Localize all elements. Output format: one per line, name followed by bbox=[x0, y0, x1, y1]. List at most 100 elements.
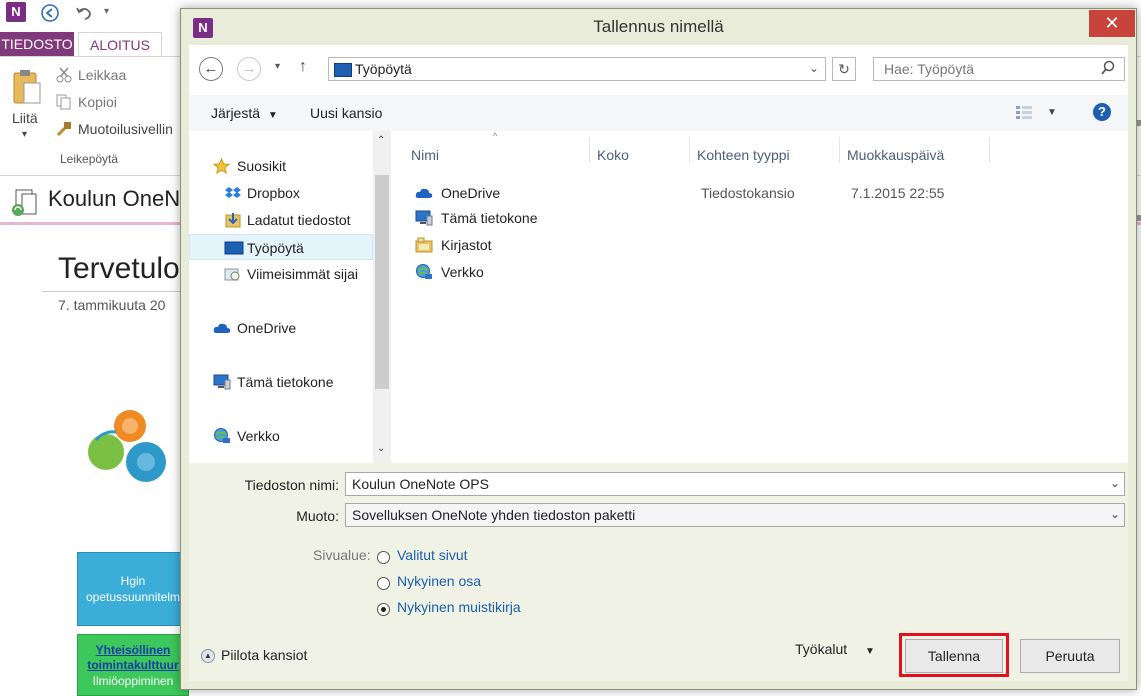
nav-item-favorites[interactable]: Suosikit bbox=[189, 153, 373, 179]
desktop-icon bbox=[334, 63, 352, 77]
organize-label: Järjestä bbox=[211, 105, 261, 121]
radio-label-selected-pages[interactable]: Valitut sivut bbox=[397, 547, 468, 563]
arrow-left-icon: ← bbox=[203, 60, 219, 77]
chevron-down-icon: ▼ bbox=[267, 110, 278, 121]
page-range-label: Sivualue: bbox=[313, 547, 371, 563]
notebook-name[interactable]: Koulun OneN bbox=[48, 186, 180, 212]
star-icon bbox=[212, 157, 231, 175]
format-painter-button[interactable]: Muotoilusivellin bbox=[78, 121, 173, 137]
column-header-modified[interactable]: Muokkauspäivä bbox=[847, 147, 944, 163]
nav-item-label: Suosikit bbox=[237, 158, 287, 174]
nav-item-label: Verkko bbox=[237, 428, 280, 444]
scissors-icon bbox=[56, 67, 72, 83]
network-icon bbox=[213, 428, 230, 444]
desktop-icon bbox=[224, 240, 244, 256]
file-row-onedrive[interactable]: OneDrive Tiedostokansio 7.1.2015 22:55 bbox=[411, 181, 971, 205]
nav-item-label: OneDrive bbox=[237, 320, 297, 336]
arrow-right-icon: → bbox=[241, 60, 257, 77]
tab-home[interactable]: ALOITUS bbox=[78, 32, 162, 57]
close-icon: ✕ bbox=[1104, 13, 1120, 33]
view-options-icon[interactable] bbox=[1015, 105, 1033, 121]
paste-icon[interactable] bbox=[12, 69, 42, 107]
right-edge-marks bbox=[1137, 120, 1141, 240]
nav-item-recent-places[interactable]: Viimeisimmät sijai bbox=[189, 261, 373, 287]
navigation-scroll-thumb[interactable] bbox=[375, 175, 389, 389]
scroll-up-icon[interactable]: ⌃ bbox=[377, 135, 385, 146]
nav-item-label: Ladatut tiedostot bbox=[247, 212, 351, 228]
page-title-rule bbox=[42, 291, 192, 292]
close-button[interactable]: ✕ bbox=[1089, 10, 1135, 37]
chevron-down-icon[interactable]: ⌄ bbox=[1110, 507, 1120, 521]
chevron-up-icon[interactable]: ▲ bbox=[201, 649, 215, 663]
copy-button[interactable]: Kopioi bbox=[78, 94, 117, 110]
filename-value: Koulun OneNote OPS bbox=[352, 476, 489, 492]
view-dropdown-icon[interactable]: ▼ bbox=[1047, 107, 1057, 118]
copy-icon bbox=[56, 94, 72, 110]
column-header-type[interactable]: Kohteen tyyppi bbox=[697, 147, 790, 163]
nav-item-onedrive[interactable]: OneDrive bbox=[189, 315, 373, 341]
undo-icon[interactable] bbox=[74, 3, 94, 23]
green-box-subtext: Ilmiöoppiminen bbox=[92, 674, 174, 688]
navigation-pane: Suosikit Dropbox Ladatut tiedostot Työpö… bbox=[189, 131, 373, 463]
radio-selected-pages[interactable] bbox=[377, 551, 390, 564]
clipboard-group-label: Leikepöytä bbox=[60, 152, 119, 166]
nav-item-network[interactable]: Verkko bbox=[189, 423, 373, 449]
nav-item-label: Työpöytä bbox=[247, 240, 304, 256]
search-icon bbox=[1100, 60, 1116, 76]
paste-dropdown-icon[interactable]: ▾ bbox=[22, 129, 27, 140]
address-bar[interactable]: Työpöytä ⌄ bbox=[328, 57, 826, 81]
file-row-network[interactable]: Verkko bbox=[411, 260, 971, 284]
nav-item-dropbox[interactable]: Dropbox bbox=[189, 180, 373, 206]
radio-current-section[interactable] bbox=[377, 577, 390, 590]
file-list: ^ Nimi Koko Kohteen tyyppi Muokkauspäivä… bbox=[391, 131, 1128, 463]
green-box-link[interactable]: Yhteisöllinen toimintakulttuur bbox=[78, 635, 188, 673]
paste-button[interactable]: Liitä bbox=[12, 110, 38, 126]
nav-item-downloads[interactable]: Ladatut tiedostot bbox=[189, 207, 373, 233]
file-name: Tämä tietokone bbox=[441, 210, 538, 226]
tab-file[interactable]: TIEDOSTO bbox=[0, 32, 74, 56]
forward-button[interactable]: → bbox=[237, 57, 261, 81]
cut-button[interactable]: Leikkaa bbox=[78, 67, 126, 83]
gears-illustration bbox=[82, 404, 182, 504]
radio-label-current-section[interactable]: Nykyinen osa bbox=[397, 573, 481, 589]
scroll-down-icon[interactable]: ⌄ bbox=[377, 443, 385, 454]
sort-indicator-icon: ^ bbox=[493, 131, 498, 141]
radio-current-notebook[interactable] bbox=[377, 603, 390, 616]
format-select[interactable]: Sovelluksen OneNote yhden tiedoston pake… bbox=[345, 503, 1125, 527]
library-icon bbox=[415, 237, 433, 253]
tools-button[interactable]: Työkalut ▼ bbox=[795, 641, 875, 657]
column-header-size[interactable]: Koko bbox=[597, 147, 629, 163]
column-header-name[interactable]: Nimi bbox=[411, 147, 439, 163]
computer-icon bbox=[213, 374, 231, 390]
organize-button[interactable]: Järjestä ▼ bbox=[211, 105, 278, 121]
file-name: Kirjastot bbox=[441, 237, 492, 253]
page-heading[interactable]: Tervetulo bbox=[58, 252, 180, 286]
recent-locations-dropdown-icon[interactable]: ▾ bbox=[275, 61, 280, 72]
chevron-down-icon[interactable]: ⌄ bbox=[1110, 476, 1120, 490]
radio-label-current-notebook[interactable]: Nykyinen muistikirja bbox=[397, 599, 521, 615]
filename-label: Tiedoston nimi: bbox=[244, 477, 339, 493]
cancel-button[interactable]: Peruuta bbox=[1020, 639, 1120, 673]
file-row-this-pc[interactable]: Tämä tietokone bbox=[411, 206, 971, 230]
file-name: Verkko bbox=[441, 264, 484, 280]
refresh-button[interactable]: ↻ bbox=[832, 57, 856, 81]
up-arrow-icon[interactable]: ↑ bbox=[299, 58, 307, 76]
nav-item-this-pc[interactable]: Tämä tietokone bbox=[189, 369, 373, 395]
back-button[interactable]: ← bbox=[199, 57, 223, 81]
cloud-icon bbox=[213, 320, 231, 336]
hide-folders-button[interactable]: Piilota kansiot bbox=[221, 647, 307, 663]
format-painter-icon bbox=[56, 121, 72, 137]
back-icon[interactable] bbox=[40, 3, 60, 23]
dialog-body: ← → ▾ ↑ Työpöytä ⌄ ↻ Hae: Työpöytä Järje… bbox=[189, 45, 1128, 681]
new-folder-button[interactable]: Uusi kansio bbox=[310, 105, 382, 121]
search-input[interactable]: Hae: Työpöytä bbox=[873, 57, 1125, 81]
quick-access-dropdown-icon[interactable]: ▾ bbox=[104, 6, 124, 26]
format-label: Muoto: bbox=[296, 508, 339, 524]
downloads-folder-icon bbox=[225, 212, 242, 228]
help-icon[interactable]: ? bbox=[1093, 103, 1111, 121]
file-modified: 7.1.2015 22:55 bbox=[851, 185, 945, 201]
filename-input[interactable]: Koulun OneNote OPS ⌄ bbox=[345, 472, 1125, 496]
nav-item-desktop[interactable]: Työpöytä bbox=[189, 234, 373, 260]
chevron-down-icon[interactable]: ⌄ bbox=[809, 61, 819, 75]
file-row-libraries[interactable]: Kirjastot bbox=[411, 233, 971, 257]
